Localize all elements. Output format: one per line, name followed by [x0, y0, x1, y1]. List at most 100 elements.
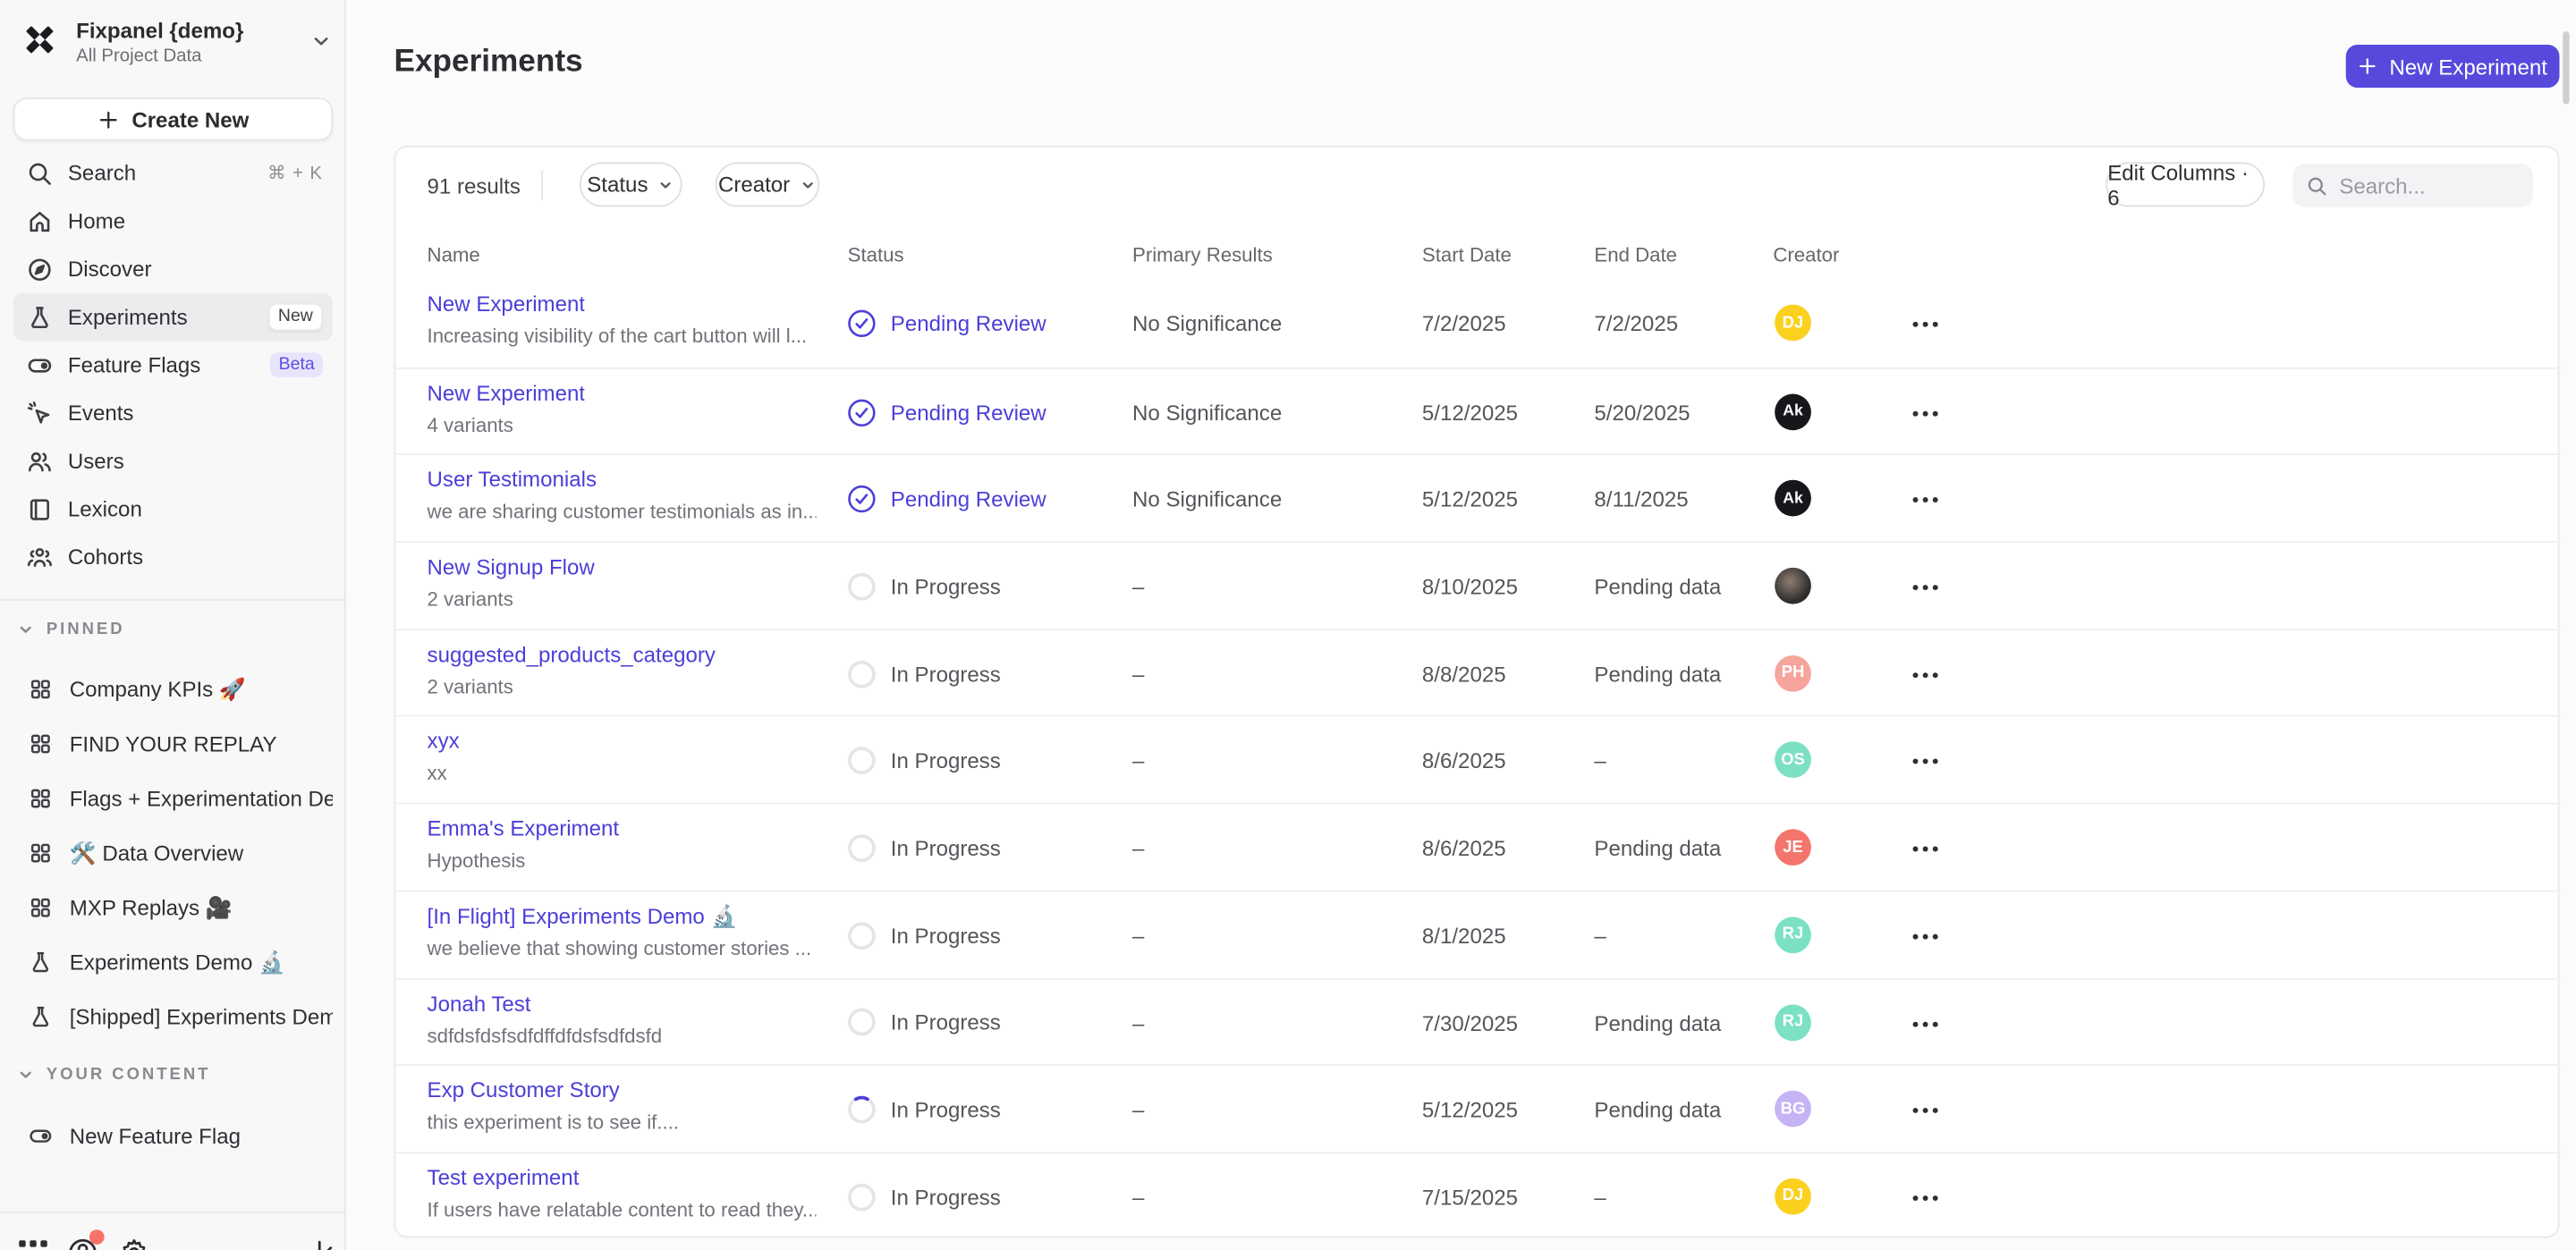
pinned-item[interactable]: Company KPIs 🚀	[13, 662, 333, 716]
apps-grid-icon[interactable]	[17, 1235, 50, 1250]
status-cell: In Progress	[848, 1153, 1001, 1241]
creator-filter-dropdown[interactable]: Creator	[716, 162, 820, 207]
edit-columns-button[interactable]: Edit Columns · 6	[2106, 162, 2265, 207]
pinned-section-header[interactable]: PINNED	[17, 616, 125, 643]
new-experiment-label: New Experiment	[2389, 54, 2547, 79]
search-icon	[2306, 174, 2327, 196]
row-actions-button[interactable]	[1912, 576, 1959, 599]
row-actions-button[interactable]	[1912, 1012, 1959, 1035]
status-label: In Progress	[891, 662, 1001, 687]
status-cell: In Progress	[848, 979, 1001, 1067]
status-cell: In Progress	[848, 717, 1001, 805]
status-label: Pending Review	[891, 400, 1046, 425]
new-experiment-button[interactable]: New Experiment	[2346, 45, 2560, 88]
experiment-name-link[interactable]: Jonah Test	[428, 991, 531, 1016]
sidebar-item-lexicon[interactable]: Lexicon	[13, 485, 333, 533]
your-content-section-header[interactable]: YOUR CONTENT	[17, 1060, 211, 1087]
sidebar-footer	[0, 1212, 346, 1250]
sidebar-item-search[interactable]: Search⌘ + K	[13, 149, 333, 198]
primary-results-cell: –	[1132, 1097, 1144, 1122]
ellipsis-icon	[1912, 846, 1939, 852]
board-icon	[28, 731, 53, 756]
pinned-item-label: 🛠️ Data Overview	[70, 840, 333, 866]
status-label: In Progress	[891, 748, 1001, 773]
create-new-button[interactable]: Create New	[13, 97, 333, 140]
end-date-cell: Pending data	[1594, 1097, 1721, 1122]
end-date-cell: 5/20/2025	[1594, 400, 1690, 425]
table-row: Jonah Test sdfdsfdsfsdfdffdfdsfsdfdsfd In …	[395, 977, 2561, 1065]
sidebar-item-events[interactable]: Events	[13, 389, 333, 437]
experiment-name-link[interactable]: User Testimonials	[428, 468, 597, 493]
experiment-name-link[interactable]: suggested_products_category	[428, 642, 716, 667]
pinned-item-label: Company KPIs 🚀	[70, 676, 333, 703]
row-actions-button[interactable]	[1912, 663, 1959, 687]
end-date-cell: Pending data	[1594, 662, 1721, 687]
experiment-name-link[interactable]: Exp Customer Story	[428, 1077, 620, 1102]
pinned-item[interactable]: FIND YOUR REPLAY	[13, 716, 333, 771]
pinned-item-label: [Shipped] Experiments Demo ✏️	[70, 1004, 333, 1031]
creator-avatar: BG	[1775, 1091, 1811, 1128]
chevron-down-icon	[17, 620, 35, 638]
column-header-creator: Creator	[1773, 243, 1839, 266]
pinned-item[interactable]: MXP Replays 🎥	[13, 881, 333, 935]
table-row: Emma's ExperimentHypothesisIn Progress–8…	[395, 803, 2561, 891]
row-actions-button[interactable]	[1912, 750, 1959, 773]
experiment-name-link[interactable]: xyx	[428, 729, 460, 754]
experiment-name-link[interactable]: Test experiment	[428, 1165, 580, 1190]
start-date-cell: 7/30/2025	[1422, 1010, 1518, 1035]
experiment-name-link[interactable]: New Experiment	[428, 291, 586, 317]
end-date-cell: 7/2/2025	[1594, 311, 1678, 336]
pinned-item[interactable]: Experiments Demo 🔬	[13, 935, 333, 990]
pinned-item[interactable]: 🛠️ Data Overview	[13, 826, 333, 881]
primary-results-cell: No Significance	[1132, 487, 1282, 512]
row-actions-button[interactable]	[1912, 313, 1959, 336]
sidebar-item-cohorts[interactable]: Cohorts	[13, 533, 333, 581]
search-input[interactable]	[2339, 173, 2521, 198]
status-cell: In Progress	[848, 891, 1001, 979]
experiment-name-link[interactable]: [In Flight] Experiments Demo 🔬	[428, 903, 738, 930]
ellipsis-icon	[1912, 759, 1939, 765]
table-row: New Experiment4 variantsPending ReviewNo…	[395, 367, 2561, 454]
sidebar-item-experiments[interactable]: ExperimentsNew	[13, 293, 333, 342]
board-icon	[28, 895, 53, 920]
pinned-item[interactable]: Flags + Experimentation Demo	[13, 772, 333, 826]
board-icon	[28, 786, 53, 811]
main-content: Experiments New Experiment 91 results St…	[348, 0, 2576, 1250]
row-actions-button[interactable]	[1912, 1099, 1959, 1122]
sidebar: Fixpanel {demo} All Project Data Create …	[0, 0, 346, 1250]
status-filter-dropdown[interactable]: Status	[580, 162, 682, 207]
sidebar-item-users[interactable]: Users	[13, 437, 333, 486]
pinned-item-label: Flags + Experimentation Demo	[70, 786, 333, 811]
start-date-cell: 5/12/2025	[1422, 487, 1518, 512]
chevron-down-icon	[309, 30, 333, 53]
ellipsis-icon	[1912, 497, 1939, 503]
sidebar-item-home[interactable]: Home	[13, 197, 333, 245]
row-actions-button[interactable]	[1912, 1187, 1959, 1210]
primary-results-cell: –	[1132, 1010, 1144, 1035]
your-content-item[interactable]: New Feature Flag	[13, 1109, 333, 1163]
start-date-cell: 5/12/2025	[1422, 1097, 1518, 1122]
users-icon	[27, 448, 54, 475]
help-icon[interactable]	[66, 1235, 99, 1250]
experiment-subtitle: this experiment is to see if....	[428, 1111, 679, 1134]
scrollbar-thumb[interactable]	[2563, 31, 2569, 104]
experiment-name-link[interactable]: New Experiment	[428, 380, 586, 405]
row-actions-button[interactable]	[1912, 401, 1959, 425]
sidebar-item-feature-flags[interactable]: Feature FlagsBeta	[13, 341, 333, 389]
experiment-name-link[interactable]: Emma's Experiment	[428, 816, 620, 841]
experiment-subtitle: sdfdsfdsfsdfdffdfdsfsdfdsfd	[428, 1024, 663, 1047]
creator-avatar: PH	[1775, 655, 1811, 691]
sidebar-item-label: Home	[68, 208, 333, 233]
row-actions-button[interactable]	[1912, 925, 1959, 948]
experiment-name-link[interactable]: New Signup Flow	[428, 554, 595, 579]
row-actions-button[interactable]	[1912, 838, 1959, 861]
sidebar-item-discover[interactable]: Discover	[13, 245, 333, 293]
settings-gear-icon[interactable]	[117, 1235, 150, 1250]
progress-circle-icon	[848, 747, 876, 774]
project-switcher[interactable]: Fixpanel {demo} All Project Data	[0, 17, 346, 83]
status-cell: Pending Review	[848, 456, 1046, 544]
pinned-item[interactable]: [Shipped] Experiments Demo ✏️	[13, 990, 333, 1044]
row-actions-button[interactable]	[1912, 489, 1959, 512]
table-row: xyxxxIn Progress–8/6/2025–OS	[395, 715, 2561, 803]
collapse-sidebar-icon[interactable]	[313, 1235, 346, 1250]
